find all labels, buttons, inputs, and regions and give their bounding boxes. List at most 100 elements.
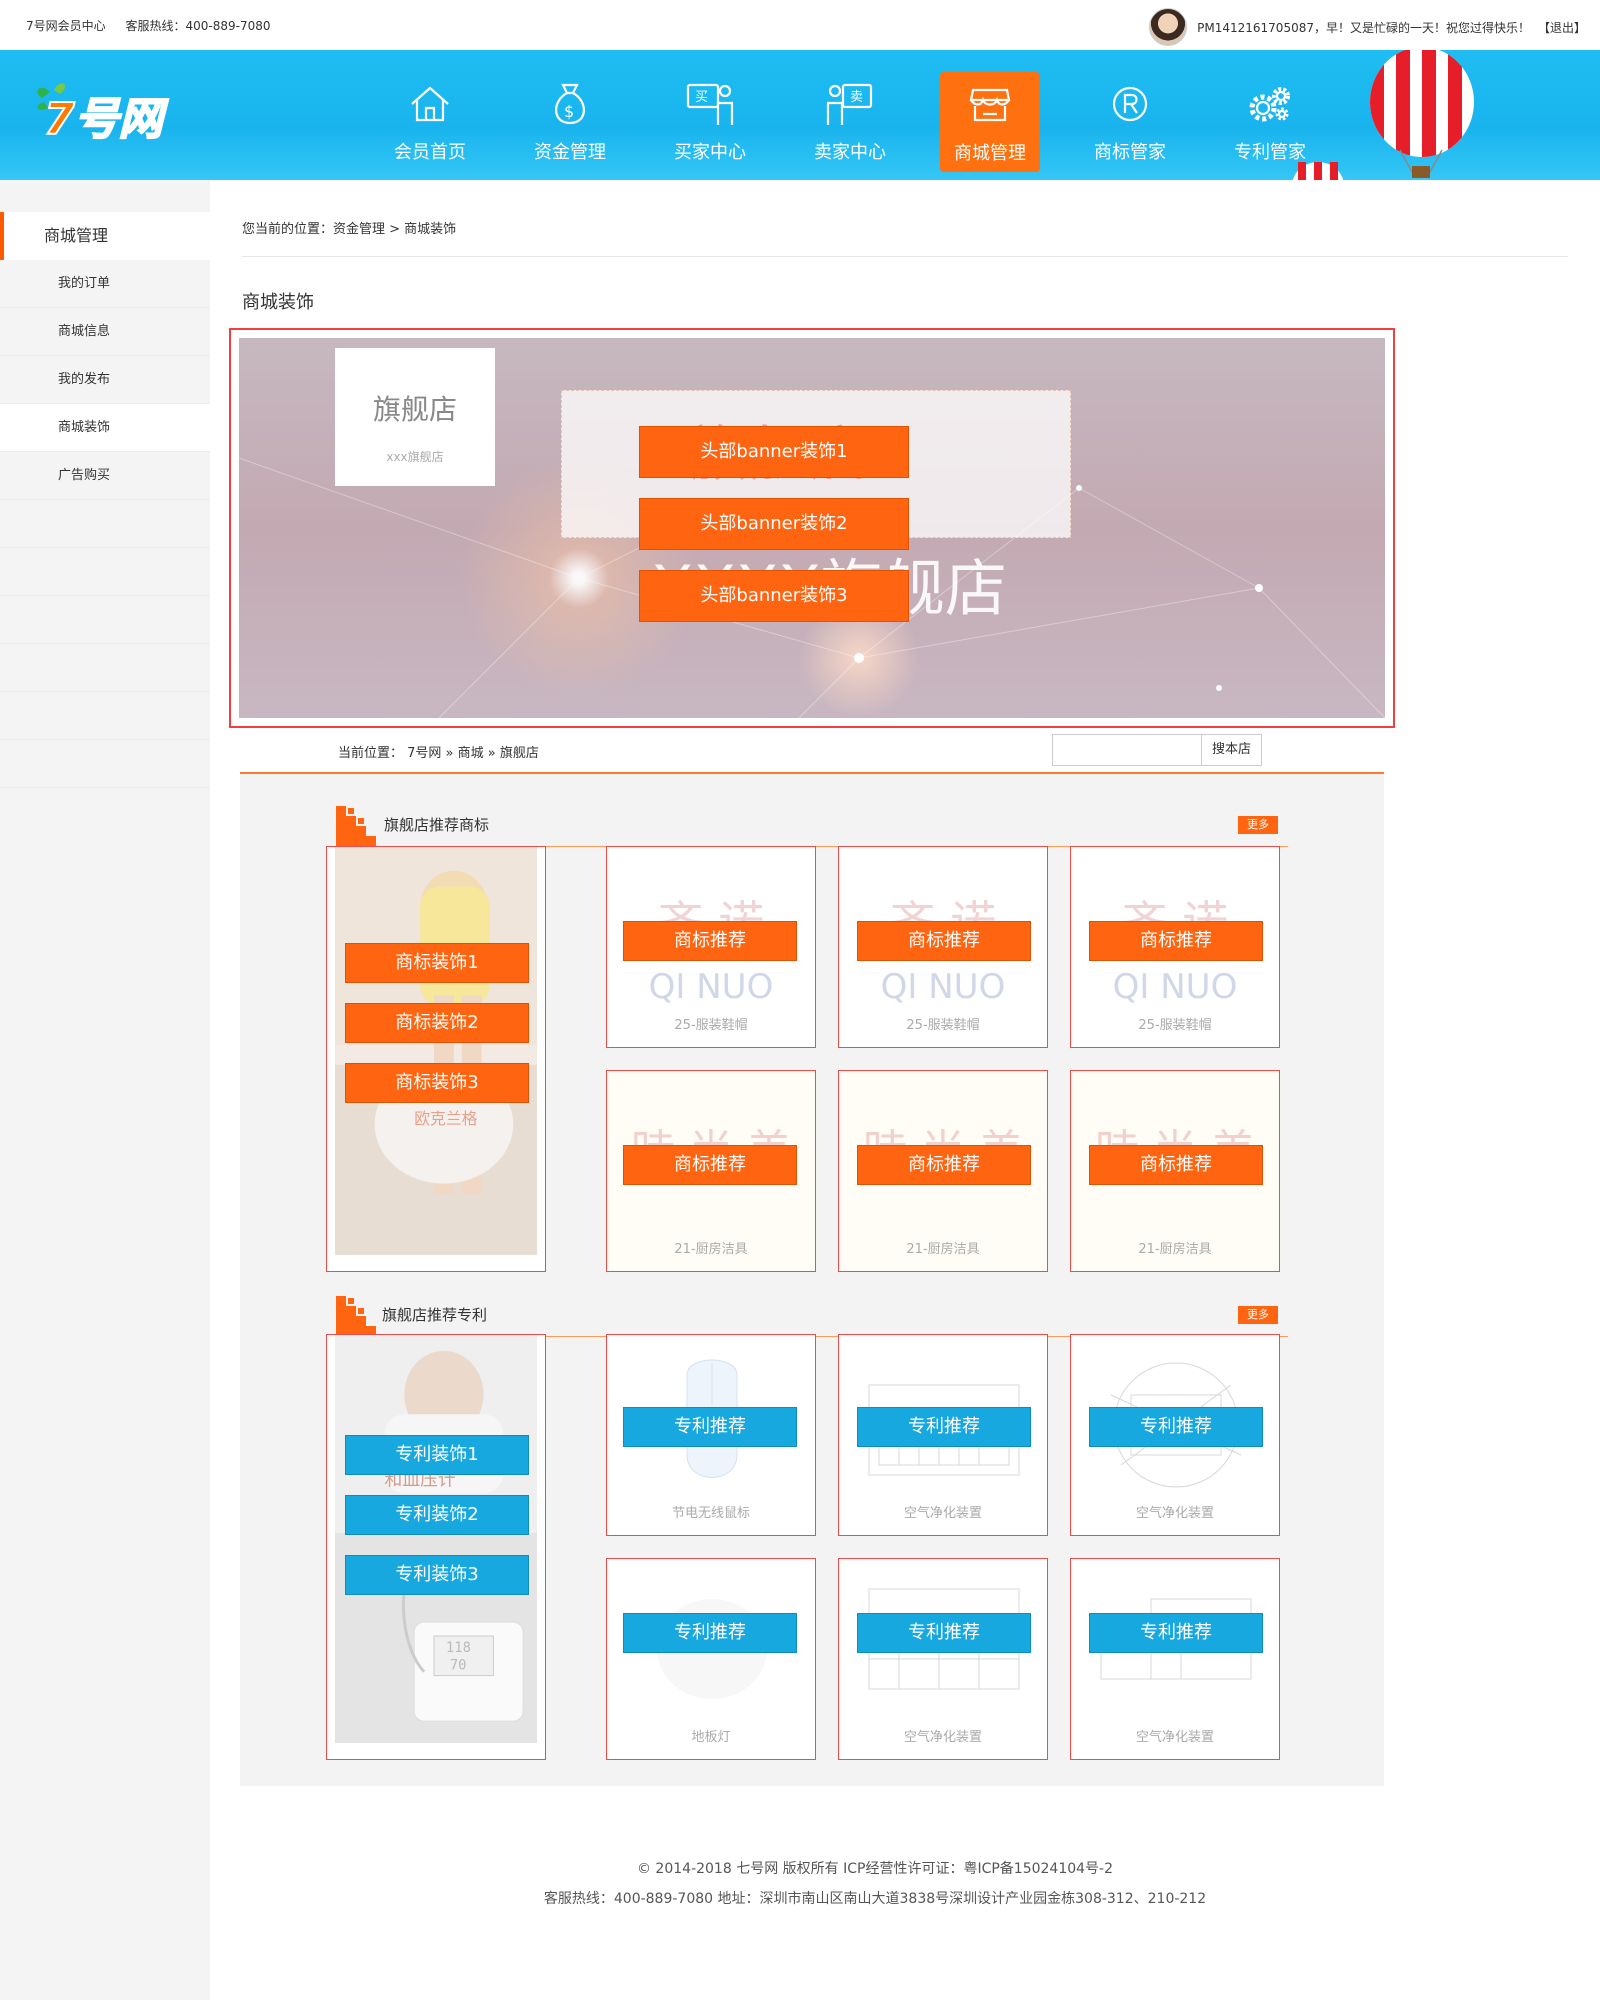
member-center-link[interactable]: 7号网会员中心: [26, 19, 106, 33]
registered-icon: [1102, 78, 1158, 130]
patent-recommend-button[interactable]: 专利推荐: [623, 1613, 797, 1653]
patent-caption: 节电无线鼠标: [671, 1506, 750, 1521]
footer: © 2014-2018 七号网 版权所有 ICP经营性许可证：粤ICP备1502…: [0, 1854, 1600, 1914]
nav-label: 商标管家: [1094, 142, 1166, 163]
nav-item-home[interactable]: 会员首页: [360, 64, 500, 178]
store-icon: [962, 79, 1018, 131]
trademark-recommend-button[interactable]: 商标推荐: [623, 1145, 797, 1185]
greeting-text: PM1412161705087，早！又是忙碌的一天！祝您过得快乐！: [1197, 20, 1530, 35]
store-logo-title: 旗舰店: [372, 393, 457, 426]
section-flag-icon: [336, 1296, 376, 1336]
shop-search-button[interactable]: 搜本店: [1201, 735, 1261, 765]
trademark-recommend-button[interactable]: 商标推荐: [1089, 1145, 1263, 1185]
sidebar: 商城管理 我的订单 商城信息 我的发布 商城装饰 广告购买: [0, 180, 210, 2000]
nav-label: 买家中心: [674, 142, 746, 163]
trademark-recommend-button[interactable]: 商标推荐: [623, 921, 797, 961]
trademark-recommend-button[interactable]: 商标推荐: [1089, 921, 1263, 961]
trademark-recommend-button[interactable]: 商标推荐: [857, 1145, 1031, 1185]
top-bar: 7号网会员中心 客服热线：400-889-7080 PM141216170508…: [0, 0, 1600, 50]
sidebar-spacer: [0, 692, 210, 740]
page-title: 商城装饰: [242, 292, 314, 313]
shop-preview: 当前位置： 7号网 » 商城 » 旗舰店 搜本店 旗舰店推荐商标 更多 欧克兰格…: [240, 728, 1384, 1786]
patent-featured-cell: 118 70 和血压计 专利装饰1 专利装饰2 专利装饰3: [326, 1334, 546, 1760]
trademark-caption: 21-厨房洁具: [906, 1242, 980, 1257]
nav-item-seller[interactable]: 卖 卖家中心: [780, 64, 920, 178]
sidebar-item-store-info[interactable]: 商城信息: [0, 308, 210, 356]
divider: [242, 256, 1568, 257]
patent-caption: 空气净化装置: [903, 1506, 982, 1521]
nav-item-store[interactable]: 商城管理: [940, 72, 1040, 172]
buyer-icon: 买: [682, 78, 738, 130]
footer-copyright: © 2014-2018 七号网 版权所有 ICP经营性许可证：粤ICP备1502…: [636, 1861, 1114, 1877]
shop-body: 旗舰店推荐商标 更多 欧克兰格 商标装饰1 商标装饰2 商标装饰3 齐 诺 QI…: [240, 774, 1384, 1786]
gears-icon: [1242, 78, 1298, 130]
sidebar-item-ad-purchase[interactable]: 广告购买: [0, 452, 210, 500]
trademark-decoration-button-1[interactable]: 商标装饰1: [345, 943, 529, 983]
trademark-decoration-button-2[interactable]: 商标装饰2: [345, 1003, 529, 1043]
patent-recommend-button[interactable]: 专利推荐: [857, 1407, 1031, 1447]
nav-label: 商城管理: [954, 143, 1026, 164]
patent-recommend-button[interactable]: 专利推荐: [857, 1613, 1031, 1653]
section-title-trademark: 旗舰店推荐商标: [384, 816, 490, 834]
top-bar-right: PM1412161705087，早！又是忙碌的一天！祝您过得快乐！ 【退出】: [1149, 8, 1586, 46]
store-logo-card[interactable]: 旗舰店 xxx旗舰店: [335, 348, 495, 486]
home-icon: [402, 78, 458, 130]
svg-text:$: $: [564, 102, 574, 121]
nav-label: 资金管理: [534, 142, 606, 163]
store-logo-subtitle: xxx旗舰店: [386, 450, 444, 464]
sidebar-item-orders[interactable]: 我的订单: [0, 260, 210, 308]
patent-decoration-button-1[interactable]: 专利装饰1: [345, 1435, 529, 1475]
trademark-decoration-button-3[interactable]: 商标装饰3: [345, 1063, 529, 1103]
trademark-caption: 21-厨房洁具: [674, 1242, 748, 1257]
patent-recommend-button[interactable]: 专利推荐: [1089, 1613, 1263, 1653]
trademark-more-button[interactable]: 更多: [1238, 816, 1278, 834]
breadcrumb: 您当前的位置：资金管理 > 商城装饰: [242, 222, 457, 237]
banner-decoration-button-2[interactable]: 头部banner装饰2: [639, 498, 909, 550]
sidebar-spacer: [0, 548, 210, 596]
svg-text:70: 70: [450, 1658, 467, 1674]
trademark-featured-cell: 欧克兰格 商标装饰1 商标装饰2 商标装饰3: [326, 846, 546, 1272]
sidebar-heading: 商城管理: [0, 212, 210, 260]
banner-decoration-button-3[interactable]: 头部banner装饰3: [639, 570, 909, 622]
logout-link[interactable]: 【退出】: [1538, 19, 1586, 36]
shop-search-input[interactable]: [1057, 738, 1197, 762]
patent-more-button[interactable]: 更多: [1238, 1306, 1278, 1324]
avatar[interactable]: [1149, 8, 1188, 46]
nav-item-trademark[interactable]: 商标管家: [1060, 64, 1200, 178]
banner-decoration-button-1[interactable]: 头部banner装饰1: [639, 426, 909, 478]
patent-decoration-button-2[interactable]: 专利装饰2: [345, 1495, 529, 1535]
sidebar-spacer: [0, 500, 210, 548]
balloon-decoration: [1370, 50, 1474, 178]
sidebar-spacer: [0, 644, 210, 692]
shop-location-bar: 当前位置： 7号网 » 商城 » 旗舰店 搜本店: [240, 728, 1384, 774]
site-logo[interactable]: 7号网: [30, 78, 190, 140]
patent-decoration-button-3[interactable]: 专利装饰3: [345, 1555, 529, 1595]
patent-caption: 地板灯: [691, 1730, 731, 1745]
nav-label: 卖家中心: [814, 142, 886, 163]
shop-search: 搜本店: [1052, 734, 1262, 766]
patent-caption: 空气净化装置: [1135, 1730, 1214, 1745]
shop-location: 当前位置： 7号网 » 商城 » 旗舰店: [338, 746, 539, 761]
nav-item-funds[interactable]: $ 资金管理: [500, 64, 640, 178]
nav-item-buyer[interactable]: 买 买家中心: [640, 64, 780, 178]
trademark-caption: 25-服装鞋帽: [1138, 1018, 1212, 1033]
trademark-cell: 時 尚 美 商标推荐 21-厨房洁具: [1070, 1070, 1280, 1272]
patent-recommend-button[interactable]: 专利推荐: [1089, 1407, 1263, 1447]
patent-caption: 空气净化装置: [1135, 1506, 1214, 1521]
svg-text:欧克兰格: 欧克兰格: [414, 1109, 477, 1128]
patent-cell: 专利推荐 空气净化装置: [838, 1334, 1048, 1536]
balloon-decoration-small: [1292, 162, 1344, 180]
sidebar-item-my-posts[interactable]: 我的发布: [0, 356, 210, 404]
footer-contact: 客服热线：400-889-7080 地址：深圳市南山区南山大道3838号深圳设计…: [543, 1891, 1207, 1907]
trademark-recommend-button[interactable]: 商标推荐: [857, 921, 1031, 961]
hotline-text: 客服热线：400-889-7080: [125, 19, 271, 33]
trademark-featured-image: 欧克兰格: [335, 847, 537, 1255]
trademark-caption: 25-服装鞋帽: [674, 1018, 748, 1033]
section-flag-icon: [336, 806, 376, 846]
patent-cell: 专利推荐 空气净化装置: [838, 1558, 1048, 1760]
nav-items: 会员首页 $ 资金管理 买 买家中心 卖 卖家中心 商城管理 商标管家 专利管家: [360, 64, 1340, 178]
patent-recommend-button[interactable]: 专利推荐: [623, 1407, 797, 1447]
sidebar-item-store-decoration[interactable]: 商城装饰: [0, 404, 210, 452]
trademark-cell: 齐 诺 QI NUO 商标推荐 25-服装鞋帽: [838, 846, 1048, 1048]
patent-cell: 专利推荐 节电无线鼠标: [606, 1334, 816, 1536]
